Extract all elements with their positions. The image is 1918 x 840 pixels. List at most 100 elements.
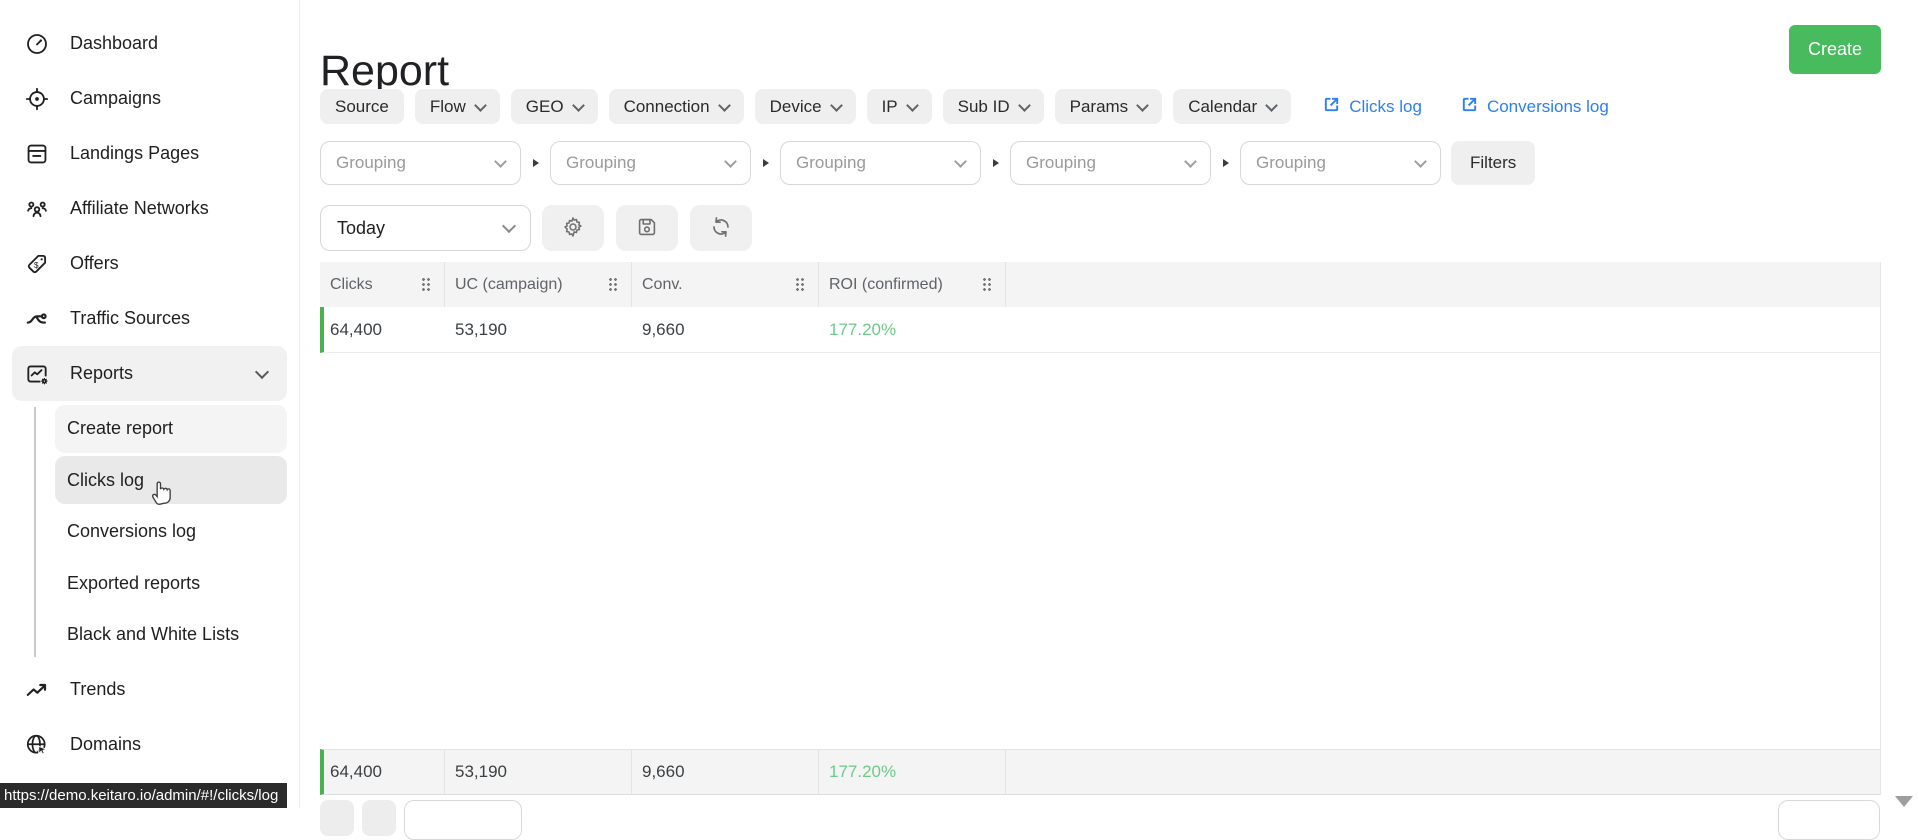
column-label: Conv.	[642, 275, 683, 293]
grouping-select-4[interactable]: Grouping	[1010, 141, 1211, 185]
sidebar-item-conversions-log[interactable]: Conversions log	[55, 508, 287, 556]
report-table: Clicks UC (campaign) Conv. ROI (confirme…	[320, 262, 1881, 795]
sidebar-item-label: Domains	[70, 734, 142, 754]
grouping-separator-arrow	[521, 159, 550, 167]
sidebar-item-landings-pages[interactable]: Landings Pages	[0, 126, 299, 181]
save-report-button[interactable]	[616, 205, 678, 251]
column-header-spacer	[1006, 262, 1880, 307]
grouping-placeholder: Grouping	[796, 153, 866, 172]
external-link-icon	[1460, 95, 1479, 119]
pagination-rows-select[interactable]	[1778, 800, 1880, 840]
sidebar-item-traffic-sources[interactable]: Traffic Sources	[0, 291, 299, 346]
grouping-select-3[interactable]: Grouping	[780, 141, 981, 185]
filter-chip-calendar[interactable]: Calendar	[1173, 89, 1292, 124]
filter-chip-device[interactable]: Device	[754, 89, 856, 124]
scrollbar-down-arrow[interactable]	[1895, 796, 1913, 807]
gear-icon	[561, 215, 585, 242]
column-header-roi-confirmed[interactable]: ROI (confirmed)	[819, 262, 1006, 307]
chevron-down-icon	[1265, 98, 1279, 112]
date-range-select[interactable]: Today	[320, 205, 531, 251]
grouping-select-2[interactable]: Grouping	[550, 141, 751, 185]
chevron-down-icon	[829, 98, 843, 112]
chevron-down-icon	[717, 98, 731, 112]
grouping-row: Grouping Grouping Grouping Grouping Grou…	[320, 141, 1536, 185]
sidebar-item-trends[interactable]: Trends	[0, 662, 299, 717]
chevron-down-icon	[254, 364, 270, 379]
refresh-button[interactable]	[690, 205, 752, 251]
table-row[interactable]: 64,400 53,190 9,660 177.20%	[320, 307, 1880, 353]
grouping-placeholder: Grouping	[1026, 153, 1096, 172]
total-spacer	[1006, 750, 1880, 794]
total-uc-campaign: 53,190	[445, 750, 632, 794]
sidebar-item-clicks-log[interactable]: Clicks log	[55, 456, 287, 504]
pagination-page-size-select[interactable]	[404, 800, 522, 840]
sidebar: Dashboard Campaigns Landings Pages Affil…	[0, 0, 300, 808]
svg-text:$: $	[34, 261, 39, 270]
drag-handle-icon[interactable]	[608, 277, 618, 292]
grouping-separator-arrow	[1211, 159, 1240, 167]
sidebar-subitem-label: Exported reports	[67, 572, 201, 593]
filter-chip-flow[interactable]: Flow	[414, 89, 500, 124]
grouping-select-5[interactable]: Grouping	[1240, 141, 1441, 185]
cell-conv: 9,660	[642, 319, 685, 339]
column-header-clicks[interactable]: Clicks	[320, 262, 445, 307]
create-button[interactable]: Create	[1789, 25, 1881, 74]
sidebar-item-exported-reports[interactable]: Exported reports	[55, 559, 287, 607]
filter-chip-geo[interactable]: GEO	[510, 89, 598, 124]
chip-label: GEO	[525, 96, 564, 116]
sidebar-item-create-report[interactable]: Create report	[55, 404, 287, 453]
branch-icon	[24, 306, 50, 332]
sidebar-item-reports[interactable]: Reports	[12, 346, 287, 401]
toolbar-row: Today	[320, 205, 752, 251]
chevron-down-icon	[494, 155, 507, 168]
column-header-conv[interactable]: Conv.	[632, 262, 819, 307]
pagination-next-button[interactable]	[362, 800, 396, 836]
column-label: Clicks	[330, 275, 373, 293]
chip-label: Calendar	[1188, 96, 1258, 116]
chevron-down-icon	[1017, 98, 1031, 112]
chevron-down-icon	[1136, 98, 1150, 112]
pagination-prev-button[interactable]	[320, 800, 354, 836]
conversions-log-link[interactable]: Conversions log	[1460, 95, 1609, 119]
grouping-placeholder: Grouping	[336, 153, 406, 172]
chevron-down-icon	[724, 155, 737, 168]
drag-handle-icon[interactable]	[421, 277, 431, 292]
sidebar-item-campaigns[interactable]: Campaigns	[0, 71, 299, 126]
report-settings-button[interactable]	[542, 205, 604, 251]
sidebar-subitem-label: Conversions log	[67, 521, 197, 541]
filter-chip-connection[interactable]: Connection	[608, 89, 744, 124]
chip-label: Sub ID	[957, 96, 1010, 116]
sidebar-item-black-and-white-lists[interactable]: Black and White Lists	[55, 611, 287, 659]
sidebar-item-label: Trends	[70, 679, 126, 699]
filters-button[interactable]: Filters	[1451, 141, 1536, 185]
chip-label: Connection	[623, 96, 710, 116]
sidebar-item-domains[interactable]: Domains	[0, 717, 299, 772]
grouping-select-1[interactable]: Grouping	[320, 141, 521, 185]
dashboard-gauge-icon	[24, 31, 50, 57]
filter-chip-params[interactable]: Params	[1054, 89, 1163, 124]
sidebar-item-label: Landings Pages	[70, 143, 200, 163]
chevron-down-icon	[1184, 155, 1197, 168]
status-bar-url: https://demo.keitaro.io/admin/#!/clicks/…	[0, 783, 288, 808]
filter-chip-source[interactable]: Source	[320, 89, 404, 124]
chevron-down-icon	[954, 155, 967, 168]
sidebar-item-affiliate-networks[interactable]: Affiliate Networks	[0, 181, 299, 236]
table-empty-area	[320, 353, 1880, 749]
clicks-log-link[interactable]: Clicks log	[1322, 95, 1422, 119]
total-roi-confirmed: 177.20%	[819, 750, 1006, 794]
reports-submenu: Create report Clicks log Conversions log…	[0, 404, 299, 659]
sidebar-item-offers[interactable]: $ Offers	[0, 236, 299, 291]
globe-cursor-icon	[24, 732, 50, 758]
column-header-uc-campaign[interactable]: UC (campaign)	[445, 262, 632, 307]
sidebar-item-dashboard[interactable]: Dashboard	[0, 16, 299, 71]
filter-chip-sub-id[interactable]: Sub ID	[942, 89, 1044, 124]
drag-handle-icon[interactable]	[795, 277, 805, 292]
sidebar-item-label: Traffic Sources	[70, 308, 191, 328]
cell-uc-campaign: 53,190	[455, 319, 507, 339]
drag-handle-icon[interactable]	[982, 277, 992, 292]
filter-chip-ip[interactable]: IP	[866, 89, 932, 124]
sidebar-subitem-label: Black and White Lists	[67, 624, 240, 644]
external-link-icon	[1322, 95, 1341, 119]
submenu-guide-line	[34, 406, 36, 657]
sidebar-item-label: Reports	[70, 363, 134, 383]
